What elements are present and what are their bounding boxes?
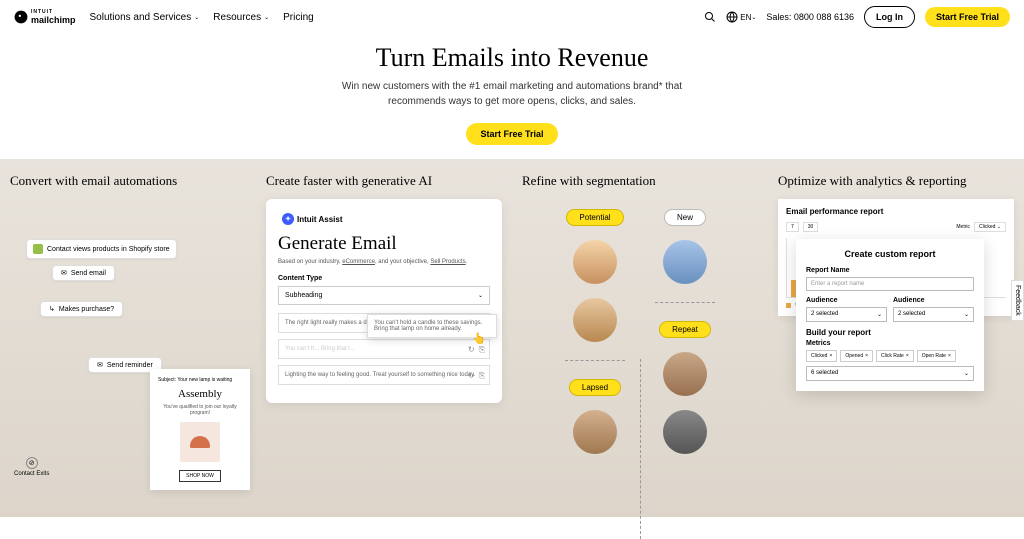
segment-tag-repeat[interactable]: Repeat	[659, 321, 711, 338]
email-subject: Subject: Your new lamp is waiting	[158, 377, 242, 383]
chevron-down-icon: ⌄	[478, 292, 483, 299]
intuit-assist-badge: Intuit Assist	[278, 211, 346, 227]
exit-icon: ⊘	[26, 457, 38, 469]
flow-exit: ⊘Contact Exits	[14, 457, 49, 477]
lamp-image	[180, 422, 220, 462]
custom-report-modal: Create custom report Report Name Enter a…	[796, 239, 984, 391]
segment-tag-potential[interactable]: Potential	[566, 209, 623, 226]
metric-chip[interactable]: Opened ×	[840, 350, 873, 362]
generate-email-heading: Generate Email	[278, 233, 490, 255]
hero-subtitle: Win new customers with the #1 email mark…	[312, 79, 712, 109]
flow-node-shopify: Contact views products in Shopify store	[26, 239, 177, 259]
sales-phone: Sales: 0800 088 6136	[766, 12, 854, 22]
report-title: Email performance report	[786, 207, 1006, 216]
start-trial-button[interactable]: Start Free Trial	[925, 7, 1010, 27]
refresh-icon[interactable]: ↻	[468, 345, 475, 355]
divider-horizontal	[655, 302, 715, 303]
copy-icon[interactable]: ⎘	[479, 345, 485, 355]
nav-resources[interactable]: Resources⌄	[213, 12, 269, 23]
search-icon[interactable]	[704, 11, 716, 23]
metrics-label: Metrics	[806, 340, 974, 347]
shop-now-button[interactable]: SHOP NOW	[179, 470, 221, 482]
ai-suggestion-3[interactable]: Lighting the way to feeling good. Treat …	[278, 365, 490, 385]
cursor-icon: 👆	[472, 332, 486, 345]
avatar	[663, 240, 707, 284]
build-report-label: Build your report	[806, 328, 974, 337]
audience-select[interactable]: 2 selected⌄	[893, 307, 974, 322]
audience-label: Audience	[806, 297, 887, 304]
chart-period[interactable]: 30	[803, 222, 819, 232]
chevron-down-icon: ⌄	[194, 14, 199, 21]
language-selector[interactable]: EN⌄	[726, 11, 756, 23]
ai-suggestion-2[interactable]: You can't h... Bring that l...↻⎘	[278, 339, 490, 359]
metrics-count-select[interactable]: 6 selected⌄	[806, 366, 974, 381]
chevron-down-icon: ⌄	[264, 14, 269, 21]
suggestion-tooltip: You can't hold a candle to these savings…	[367, 314, 497, 338]
audience-select[interactable]: 2 selected⌄	[806, 307, 887, 322]
feature-title-automations: Convert with email automations	[10, 173, 246, 189]
audience-label: Audience	[893, 297, 974, 304]
mail-icon: ✉	[97, 361, 103, 369]
ai-description: Based on your industry, eCommerce, and y…	[278, 259, 490, 265]
shopify-icon	[33, 244, 43, 254]
divider-horizontal	[565, 360, 625, 361]
feedback-tab[interactable]: Feedback	[1011, 280, 1024, 321]
custom-report-title: Create custom report	[806, 249, 974, 259]
nav-solutions[interactable]: Solutions and Services⌄	[90, 12, 200, 23]
report-name-label: Report Name	[806, 267, 974, 274]
metric-chip[interactable]: Open Rate ×	[917, 350, 956, 362]
content-type-select[interactable]: Subheading⌄	[278, 286, 490, 305]
content-type-label: Content Type	[278, 275, 490, 282]
avatar	[573, 410, 617, 454]
brand-name: mailchimp	[31, 15, 76, 25]
chart-controls: 7 30 Metric Clicked ⌄	[786, 222, 1006, 232]
branch-icon: ↳	[49, 305, 55, 313]
copy-icon[interactable]: ⎘	[479, 371, 485, 381]
avatar	[573, 298, 617, 342]
email-preview-card: Subject: Your new lamp is waiting Assemb…	[150, 369, 250, 490]
email-title: Assembly	[158, 388, 242, 400]
ai-card: Intuit Assist Generate Email Based on yo…	[266, 199, 502, 403]
avatar	[663, 410, 707, 454]
divider-vertical	[640, 359, 641, 539]
feature-title-segmentation: Refine with segmentation	[522, 173, 758, 189]
nav-pricing[interactable]: Pricing	[283, 12, 314, 23]
refresh-icon[interactable]: ↻	[468, 371, 475, 381]
ai-suggestion-1[interactable]: The right light really makes a differenc…	[278, 313, 490, 333]
feature-title-ai: Create faster with generative AI	[266, 173, 502, 189]
metric-chip[interactable]: Clicked ×	[806, 350, 837, 362]
flow-node-purchase: ↳Makes purchase?	[40, 301, 123, 317]
segment-tag-lapsed[interactable]: Lapsed	[569, 379, 621, 396]
chart-period[interactable]: 7	[786, 222, 799, 232]
avatar	[573, 240, 617, 284]
report-name-input[interactable]: Enter a report name	[806, 277, 974, 291]
chart-metric-select[interactable]: Clicked ⌄	[974, 222, 1006, 232]
segment-tag-new[interactable]: New	[664, 209, 706, 226]
hero-title: Turn Emails into Revenue	[0, 43, 1024, 73]
mail-icon: ✉	[61, 269, 67, 277]
email-body: You've qualified to join our loyalty pro…	[158, 404, 242, 416]
metric-chip[interactable]: Click Rate ×	[876, 350, 914, 362]
hero-cta-button[interactable]: Start Free Trial	[466, 123, 557, 145]
mailchimp-logo[interactable]: INTUITmailchimp	[14, 9, 76, 25]
feature-title-analytics: Optimize with analytics & reporting	[778, 173, 1014, 189]
metrics-chips: Clicked × Opened × Click Rate × Open Rat…	[806, 350, 974, 362]
avatar	[663, 352, 707, 396]
login-button[interactable]: Log In	[864, 6, 915, 28]
flow-node-send-email: ✉Send email	[52, 265, 115, 281]
